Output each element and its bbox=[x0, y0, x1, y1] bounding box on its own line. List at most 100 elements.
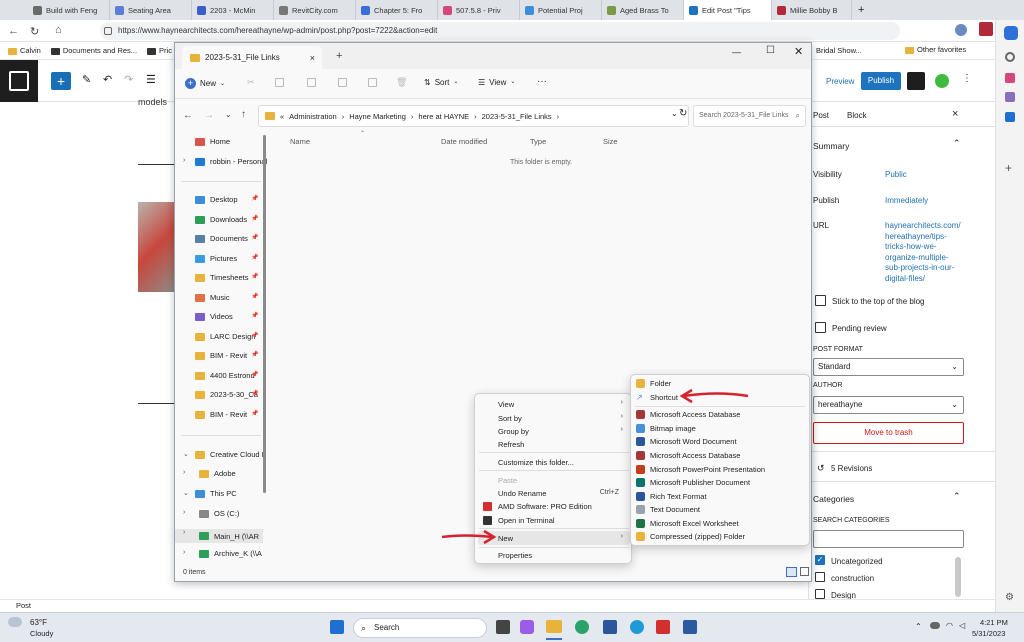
publish-date-value[interactable]: Immediately bbox=[885, 196, 928, 205]
new-menu-item[interactable]: Rich Text Format bbox=[636, 492, 707, 501]
taskbar-search-box[interactable]: Search bbox=[353, 618, 487, 638]
nav-item[interactable]: Archive_K (\\A bbox=[199, 549, 262, 558]
extension-icon[interactable] bbox=[979, 22, 993, 36]
nav-item[interactable]: BIM - Revit bbox=[195, 410, 247, 419]
chevron-right-icon[interactable]: › bbox=[183, 549, 185, 556]
address-breadcrumb[interactable]: « Administration › Hayne Marketing › here … bbox=[258, 105, 689, 127]
nav-item[interactable]: Adobe bbox=[199, 469, 236, 478]
new-menu-item[interactable]: Microsoft Publisher Document bbox=[636, 478, 750, 487]
post-content-text[interactable]: models bbox=[138, 97, 167, 107]
add-block-button[interactable]: + bbox=[51, 72, 71, 90]
column-date-modified[interactable]: Date modified bbox=[441, 137, 487, 146]
url-input[interactable]: https://www.haynearchitects.com/hereatha… bbox=[100, 22, 900, 40]
copilot-icon[interactable] bbox=[1004, 26, 1018, 40]
up-arrow-icon[interactable]: ↑ bbox=[241, 109, 246, 120]
preview-button[interactable]: Preview bbox=[826, 77, 854, 86]
new-tab-icon[interactable]: + bbox=[336, 50, 342, 62]
author-select[interactable]: hereathayne ⌄ bbox=[813, 396, 964, 414]
visibility-value[interactable]: Public bbox=[885, 170, 907, 179]
add-icon[interactable]: + bbox=[1005, 161, 1012, 175]
shopping-icon[interactable] bbox=[1005, 73, 1015, 83]
address-dropdown-icon[interactable]: ⌄ bbox=[671, 109, 678, 118]
close-window-icon[interactable]: ✕ bbox=[794, 45, 803, 58]
redo-icon[interactable]: ↷ bbox=[124, 73, 133, 86]
home-icon[interactable]: ⌂ bbox=[55, 24, 62, 36]
nav-item[interactable]: Downloads bbox=[195, 215, 247, 224]
minimize-icon[interactable]: — bbox=[732, 47, 741, 57]
share-icon[interactable] bbox=[368, 78, 377, 87]
favorite-pric[interactable]: Pric bbox=[147, 46, 172, 55]
teams-icon[interactable] bbox=[520, 620, 534, 634]
search-categories-input[interactable] bbox=[813, 530, 964, 548]
revisions-link[interactable]: 5 Revisions bbox=[831, 464, 872, 473]
tools-icon[interactable] bbox=[1005, 92, 1015, 102]
menu-item-customize[interactable]: Customize this folder... bbox=[498, 458, 574, 467]
menu-item-undo-rename[interactable]: Undo Rename bbox=[498, 489, 546, 498]
refresh-icon[interactable]: ↻ bbox=[30, 25, 39, 38]
undo-icon[interactable]: ↶ bbox=[103, 73, 112, 86]
clock-date[interactable]: 5/31/2023 bbox=[972, 629, 1005, 638]
category-checkbox[interactable] bbox=[815, 589, 825, 599]
volume-icon[interactable]: ◁ bbox=[959, 621, 965, 630]
tiles-view-icon[interactable] bbox=[800, 567, 809, 576]
chevron-up-icon[interactable]: ⌃ bbox=[953, 138, 961, 149]
nav-item[interactable]: BIM - Revit bbox=[195, 351, 247, 360]
menu-item-amd-software[interactable]: AMD Software: PRO Edition bbox=[498, 502, 592, 511]
new-menu-item[interactable]: Text Document bbox=[636, 505, 700, 514]
favorite-documents[interactable]: Documents and Res... bbox=[50, 46, 137, 55]
chevron-up-icon[interactable]: ⌃ bbox=[953, 491, 961, 502]
refresh-icon[interactable]: ↻ bbox=[679, 108, 687, 119]
browser-tab[interactable]: Potential Proj bbox=[520, 0, 602, 20]
nav-item[interactable]: Videos bbox=[195, 312, 233, 321]
sort-button[interactable]: ⇅ Sort ⌄ bbox=[424, 78, 458, 87]
wifi-icon[interactable]: ◠ bbox=[946, 621, 953, 630]
wp-logo[interactable] bbox=[0, 60, 38, 102]
recent-locations-icon[interactable]: ⌄ bbox=[225, 110, 232, 119]
nav-scrollbar[interactable] bbox=[263, 135, 266, 493]
maximize-icon[interactable]: ☐ bbox=[766, 45, 775, 56]
new-menu-item[interactable]: Microsoft Access Database bbox=[636, 451, 740, 460]
word-icon[interactable] bbox=[603, 620, 617, 634]
favorite-calvin[interactable]: Calvin bbox=[8, 46, 41, 55]
windows-start-icon[interactable] bbox=[330, 620, 344, 634]
permalink-line[interactable]: hereathayne/tips- bbox=[885, 232, 961, 243]
tab-block[interactable]: Block bbox=[847, 111, 867, 120]
favorite-bridal[interactable]: Bridal Show... bbox=[816, 46, 862, 55]
weather-temp[interactable]: 63°F bbox=[30, 618, 47, 627]
nav-item[interactable]: Timesheets bbox=[195, 273, 249, 282]
menu-item-group-by[interactable]: Group by bbox=[498, 427, 529, 436]
onedrive-icon[interactable] bbox=[930, 622, 940, 629]
chevron-right-icon[interactable]: › bbox=[183, 509, 185, 516]
back-arrow-icon[interactable]: ← bbox=[183, 110, 193, 121]
browser-tab[interactable]: Millie Bobby B bbox=[772, 0, 852, 20]
nav-item[interactable]: Desktop bbox=[195, 195, 238, 204]
column-type[interactable]: Type bbox=[530, 137, 546, 146]
move-to-trash-button[interactable]: Move to trash bbox=[813, 422, 964, 444]
permalink-line[interactable]: digital-files/ bbox=[885, 274, 961, 285]
permalink-line[interactable]: organize-multiple- bbox=[885, 253, 961, 264]
categories-scrollbar[interactable] bbox=[955, 557, 961, 597]
nav-item[interactable]: Main_H (\\AR bbox=[175, 529, 263, 543]
clock-time[interactable]: 4:21 PM bbox=[980, 618, 1008, 627]
close-sidebar-icon[interactable]: × bbox=[952, 108, 958, 120]
settings-icon[interactable]: ⚙ bbox=[1005, 592, 1014, 603]
chevron-down-icon[interactable]: ⌄ bbox=[183, 489, 189, 497]
tray-overflow-icon[interactable]: ⌃ bbox=[915, 622, 922, 631]
permalink-line[interactable]: haynearchitects.com/ bbox=[885, 221, 961, 232]
list-view-icon[interactable]: ☰ bbox=[146, 73, 156, 86]
new-menu-item[interactable]: ↗ Shortcut bbox=[636, 393, 678, 402]
settings-toggle-button[interactable] bbox=[907, 72, 925, 90]
menu-item-view[interactable]: View bbox=[498, 400, 514, 409]
tab-post[interactable]: Post bbox=[813, 111, 829, 120]
new-menu-item[interactable]: Folder bbox=[636, 379, 671, 388]
post-format-select[interactable]: Standard ⌄ bbox=[813, 358, 964, 376]
column-name[interactable]: Name bbox=[290, 137, 310, 146]
chevron-right-icon[interactable]: › bbox=[183, 529, 185, 536]
see-more-icon[interactable]: ··· bbox=[537, 76, 547, 87]
nav-item[interactable]: Pictures bbox=[195, 254, 237, 263]
category-checkbox-checked[interactable]: ✓ bbox=[815, 555, 825, 565]
summary-heading[interactable]: Summary bbox=[813, 141, 849, 151]
paste-icon[interactable] bbox=[307, 78, 316, 87]
browser-tab[interactable]: Seating Area bbox=[110, 0, 192, 20]
new-menu-item[interactable]: Microsoft Word Document bbox=[636, 437, 737, 446]
